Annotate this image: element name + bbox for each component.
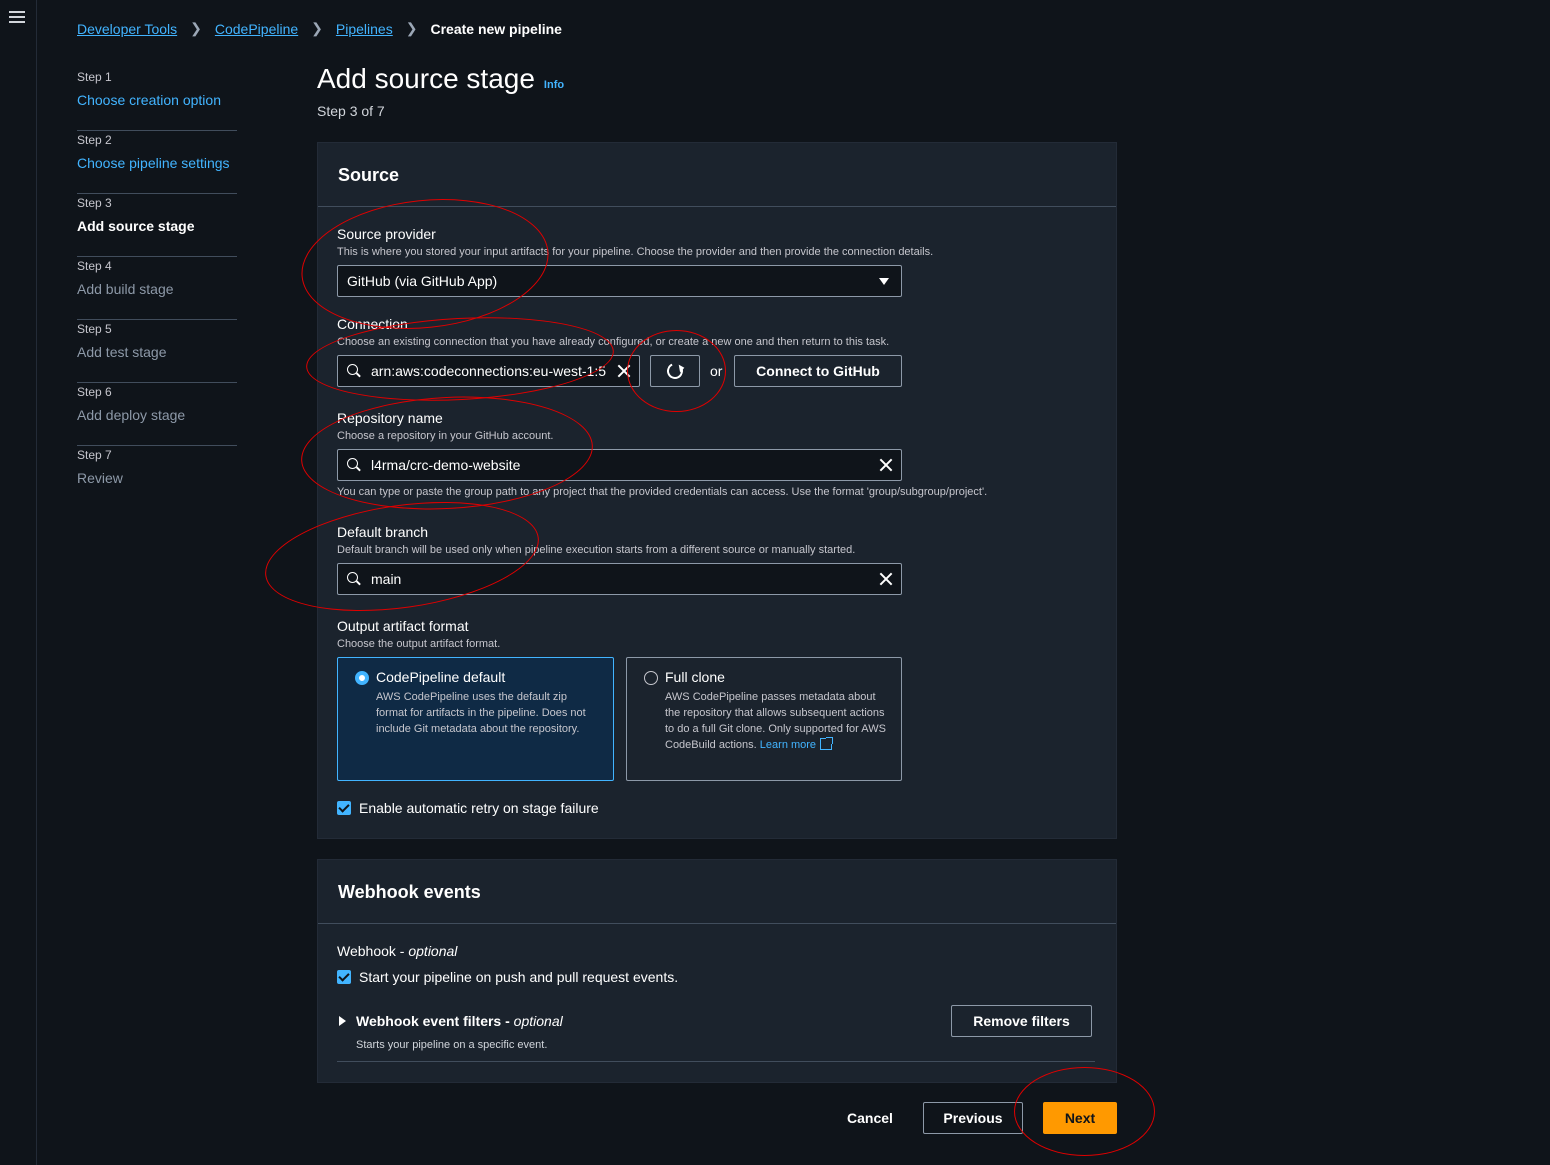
breadcrumb-developer-tools[interactable]: Developer Tools bbox=[77, 21, 177, 37]
learn-more-link[interactable]: Learn more bbox=[760, 739, 816, 751]
source-provider-description: This is where you stored your input arti… bbox=[337, 246, 934, 258]
step-number: Step 1 bbox=[77, 70, 112, 84]
webhook-optional: optional bbox=[408, 943, 458, 959]
step-number: Step 7 bbox=[77, 448, 112, 462]
clear-icon[interactable] bbox=[879, 572, 893, 586]
default-branch-label: Default branch bbox=[337, 524, 429, 540]
repository-label: Repository name bbox=[337, 410, 443, 426]
option-codepipeline-default[interactable]: CodePipeline default AWS CodePipeline us… bbox=[337, 657, 614, 781]
external-link-icon bbox=[820, 737, 834, 750]
source-provider-label: Source provider bbox=[337, 226, 436, 242]
source-provider-select[interactable]: GitHub (via GitHub App) bbox=[337, 265, 902, 297]
step-number: Step 2 bbox=[77, 133, 112, 147]
step-deploy-stage: Add deploy stage bbox=[77, 407, 186, 423]
step-review: Review bbox=[77, 470, 123, 486]
wizard-step-4: Step 4 Add build stage bbox=[77, 257, 237, 320]
step-test-stage: Add test stage bbox=[77, 344, 167, 360]
step-number: Step 5 bbox=[77, 322, 112, 336]
page-title: Add source stage Info bbox=[317, 63, 564, 95]
chevron-right-icon: ❯ bbox=[311, 20, 323, 36]
repository-description: Choose a repository in your GitHub accou… bbox=[337, 430, 554, 442]
chevron-right-icon: ❯ bbox=[405, 20, 418, 36]
clear-icon[interactable] bbox=[879, 458, 893, 472]
step-link-creation-option[interactable]: Choose creation option bbox=[77, 92, 237, 108]
wizard-step-3: Step 3 Add source stage bbox=[77, 194, 237, 257]
clear-icon[interactable] bbox=[617, 364, 631, 378]
option-full-clone[interactable]: Full clone AWS CodePipeline passes metad… bbox=[626, 657, 902, 781]
connection-value: arn:aws:codeconnections:eu-west-1:5 bbox=[371, 363, 607, 379]
step-counter: Step 3 of 7 bbox=[317, 103, 385, 119]
webhook-label: Webhook - optional bbox=[337, 943, 457, 959]
previous-button[interactable]: Previous bbox=[923, 1102, 1023, 1134]
expand-triangle-icon[interactable] bbox=[339, 1016, 346, 1026]
repository-hint: You can type or paste the group path to … bbox=[337, 486, 988, 498]
step-current-source-stage: Add source stage bbox=[77, 218, 195, 234]
retry-checkbox-label: Enable automatic retry on stage failure bbox=[359, 800, 599, 816]
option-title: Full clone bbox=[665, 669, 725, 685]
step-number: Step 6 bbox=[77, 385, 112, 399]
radio-selected[interactable] bbox=[355, 671, 369, 685]
remove-filters-button[interactable]: Remove filters bbox=[951, 1005, 1092, 1037]
cancel-button[interactable]: Cancel bbox=[847, 1110, 893, 1126]
breadcrumb-codepipeline[interactable]: CodePipeline bbox=[215, 21, 298, 37]
source-heading: Source bbox=[318, 143, 1116, 207]
retry-checkbox[interactable] bbox=[337, 801, 351, 815]
next-button[interactable]: Next bbox=[1043, 1102, 1117, 1134]
search-icon bbox=[347, 458, 361, 472]
source-provider-value: GitHub (via GitHub App) bbox=[347, 273, 498, 289]
info-link[interactable]: Info bbox=[544, 79, 564, 91]
or-separator: or bbox=[710, 363, 723, 379]
webhook-start-checkbox[interactable] bbox=[337, 970, 351, 984]
divider bbox=[337, 1061, 1095, 1062]
filters-optional: optional bbox=[513, 1013, 563, 1029]
webhook-start-label: Start your pipeline on push and pull req… bbox=[359, 969, 679, 985]
menu-icon[interactable] bbox=[9, 11, 25, 25]
search-icon bbox=[347, 364, 361, 378]
caret-down-icon bbox=[879, 278, 889, 285]
step-build-stage: Add build stage bbox=[77, 281, 174, 297]
artifact-format-label: Output artifact format bbox=[337, 618, 469, 634]
page-title-text: Add source stage bbox=[317, 63, 535, 94]
breadcrumb: Developer Tools ❯ CodePipeline ❯ Pipelin… bbox=[77, 20, 562, 37]
connection-description: Choose an existing connection that you h… bbox=[337, 336, 890, 348]
default-branch-description: Default branch will be used only when pi… bbox=[337, 544, 856, 556]
side-rail bbox=[0, 0, 37, 1165]
filters-dash: - bbox=[501, 1013, 514, 1029]
option-description-block: AWS CodePipeline passes metadata about t… bbox=[665, 689, 890, 753]
chevron-right-icon: ❯ bbox=[190, 20, 202, 36]
wizard-steps: Step 1 Choose creation option Step 2 Cho… bbox=[77, 68, 237, 509]
repository-value: l4rma/crc-demo-website bbox=[371, 457, 521, 473]
option-title: CodePipeline default bbox=[376, 669, 506, 685]
connection-label: Connection bbox=[337, 316, 408, 332]
webhook-filters-description: Starts your pipeline on a specific event… bbox=[356, 1039, 548, 1051]
wizard-step-2: Step 2 Choose pipeline settings bbox=[77, 131, 237, 194]
wizard-step-7: Step 7 Review bbox=[77, 446, 237, 509]
filters-title-text: Webhook event filters bbox=[356, 1013, 502, 1029]
wizard-step-5: Step 5 Add test stage bbox=[77, 320, 237, 383]
repository-search-input[interactable]: l4rma/crc-demo-website bbox=[337, 449, 902, 481]
webhook-heading: Webhook events bbox=[318, 860, 1116, 924]
wizard-step-1: Step 1 Choose creation option bbox=[77, 68, 237, 131]
webhook-filters-toggle[interactable]: Webhook event filters - optional bbox=[356, 1013, 563, 1029]
search-icon bbox=[347, 572, 361, 586]
refresh-connections-button[interactable] bbox=[650, 355, 700, 387]
refresh-icon bbox=[664, 360, 686, 382]
wizard-step-6: Step 6 Add deploy stage bbox=[77, 383, 237, 446]
breadcrumb-current: Create new pipeline bbox=[430, 20, 562, 37]
connect-to-github-button[interactable]: Connect to GitHub bbox=[734, 355, 902, 387]
default-branch-input[interactable]: main bbox=[337, 563, 902, 595]
step-link-pipeline-settings[interactable]: Choose pipeline settings bbox=[77, 155, 237, 171]
webhook-label-text: Webhook bbox=[337, 943, 396, 959]
artifact-format-description: Choose the output artifact format. bbox=[337, 638, 501, 650]
default-branch-value: main bbox=[371, 571, 402, 587]
step-number: Step 4 bbox=[77, 259, 112, 273]
breadcrumb-pipelines[interactable]: Pipelines bbox=[336, 21, 393, 37]
radio-unselected[interactable] bbox=[644, 671, 658, 685]
connection-search-input[interactable]: arn:aws:codeconnections:eu-west-1:5 bbox=[337, 355, 640, 387]
step-number: Step 3 bbox=[77, 196, 112, 210]
option-description: AWS CodePipeline uses the default zip fo… bbox=[376, 691, 586, 735]
webhook-dash: - bbox=[395, 943, 409, 959]
